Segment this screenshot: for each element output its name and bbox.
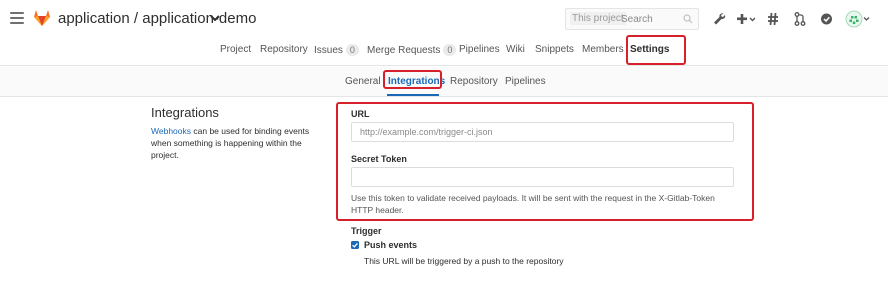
nav-repository[interactable]: Repository [260, 44, 308, 55]
project-title[interactable]: application / application-demo [58, 10, 256, 27]
url-label: URL [351, 109, 370, 119]
subnav-general[interactable]: General [345, 76, 381, 87]
subnav-repository[interactable]: Repository [450, 76, 498, 87]
highlight-integrations-tab [383, 70, 442, 89]
section-description: Webhooks can be used for binding events … [151, 125, 329, 161]
nav-pipelines[interactable]: Pipelines [459, 44, 500, 55]
nav-snippets[interactable]: Snippets [535, 44, 574, 55]
search-input[interactable]: Search [621, 14, 653, 25]
check-circle-icon[interactable] [820, 11, 833, 27]
project-nav: Project Repository Issues 0 Merge Request… [0, 38, 888, 66]
trigger-label: Trigger [351, 226, 382, 236]
section-title: Integrations [151, 105, 219, 120]
search-scope-badge[interactable]: This project [570, 12, 626, 25]
nav-issues[interactable]: Issues 0 [314, 44, 359, 56]
subnav-active-indicator [387, 94, 439, 96]
secret-token-input[interactable] [351, 167, 734, 187]
chevron-down-icon[interactable] [209, 11, 221, 25]
nav-issues-count: 0 [345, 44, 359, 56]
nav-merge-requests-count: 0 [443, 44, 457, 56]
merge-request-icon[interactable] [794, 11, 806, 27]
wrench-icon[interactable] [712, 11, 726, 27]
search-box[interactable]: This project Search [565, 8, 699, 30]
highlight-settings-tab [626, 35, 686, 65]
subnav-pipelines[interactable]: Pipelines [505, 76, 546, 87]
hash-icon[interactable] [767, 11, 779, 27]
gitlab-logo[interactable] [32, 8, 52, 28]
push-events-help: This URL will be triggered by a push to … [364, 256, 564, 266]
nav-members[interactable]: Members [582, 44, 624, 55]
nav-wiki[interactable]: Wiki [506, 44, 525, 55]
user-avatar[interactable] [845, 9, 871, 29]
webhooks-link[interactable]: Webhooks [151, 126, 191, 136]
nav-project[interactable]: Project [220, 44, 251, 55]
nav-merge-requests-label: Merge Requests [367, 45, 441, 56]
nav-issues-label: Issues [314, 45, 343, 56]
top-header: application / application-demo This proj… [0, 0, 888, 38]
push-events-label[interactable]: Push events [364, 240, 417, 250]
settings-subnav: General Integrations Repository Pipeline… [0, 67, 888, 97]
hamburger-icon[interactable] [10, 12, 24, 24]
secret-token-help: Use this token to validate received payl… [351, 193, 715, 215]
plus-icon[interactable] [736, 11, 758, 27]
push-events-checkbox[interactable] [351, 241, 359, 249]
url-input[interactable] [351, 122, 734, 142]
search-icon [683, 14, 693, 24]
secret-token-label: Secret Token [351, 154, 407, 164]
nav-merge-requests[interactable]: Merge Requests 0 [367, 44, 457, 56]
